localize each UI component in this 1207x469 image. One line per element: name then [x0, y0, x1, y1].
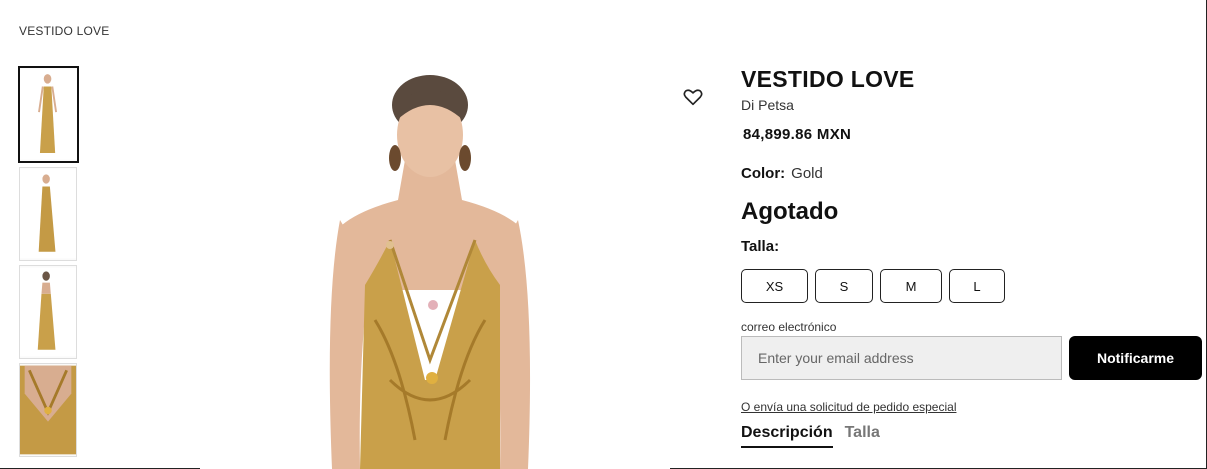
size-option-l[interactable]: L [949, 269, 1005, 303]
thumbnail-front[interactable] [18, 66, 79, 163]
size-selector: XS S M L [741, 269, 1203, 303]
product-brand[interactable]: Di Petsa [741, 97, 1203, 113]
product-info: VESTIDO LOVE Di Petsa 84,899.86 MXN Colo… [741, 66, 1203, 448]
product-price: 84,899.86 MXN [743, 126, 852, 143]
breadcrumb[interactable]: VESTIDO LOVE [19, 24, 109, 38]
stock-status: Agotado [741, 198, 839, 225]
thumbnail-side[interactable] [19, 167, 77, 261]
color-label: Color: [741, 165, 786, 182]
size-label: Talla: [741, 238, 780, 255]
color-row: Color: Gold [741, 165, 1203, 182]
product-title: VESTIDO LOVE [741, 66, 915, 92]
email-input[interactable] [741, 336, 1062, 380]
size-option-m[interactable]: M [880, 269, 942, 303]
size-option-xs[interactable]: XS [741, 269, 808, 303]
thumbnail-detail[interactable] [19, 363, 77, 457]
notify-button[interactable]: Notificarme [1069, 336, 1202, 380]
tab-descripcion[interactable]: Descripción [741, 424, 833, 448]
thumbnail-side-image [20, 169, 76, 259]
special-order-link[interactable]: O envía una solicitud de pedido especial [741, 400, 956, 414]
size-option-s[interactable]: S [815, 269, 873, 303]
thumbnail-back[interactable] [19, 265, 77, 359]
wishlist-heart-icon[interactable] [682, 86, 704, 108]
main-product-image [200, 60, 670, 469]
thumbnail-detail-image [20, 365, 76, 455]
email-label: correo electrónico [741, 320, 837, 334]
product-tabs: Descripción Talla [741, 424, 1203, 448]
thumbnail-back-image [20, 267, 76, 357]
thumbnail-front-image [20, 69, 77, 160]
tab-talla[interactable]: Talla [845, 424, 880, 448]
notify-row: Notificarme [741, 336, 1203, 380]
color-value: Gold [791, 165, 823, 182]
thumbnail-gallery [18, 66, 79, 461]
